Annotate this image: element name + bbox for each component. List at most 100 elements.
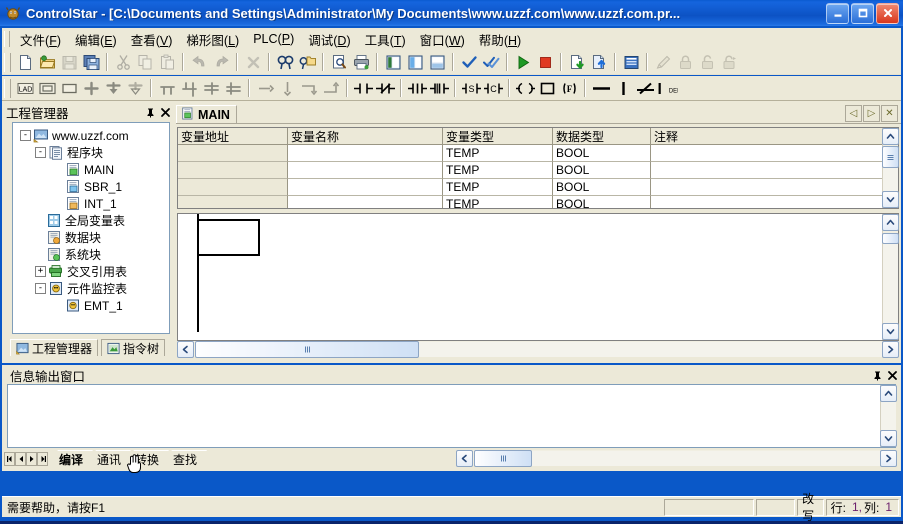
insert-branch-down-left-icon[interactable] xyxy=(156,78,178,99)
scroll-left-button[interactable] xyxy=(456,449,473,467)
minimize-button[interactable] xyxy=(826,2,849,24)
nav-next-button[interactable] xyxy=(26,451,37,466)
box-icon[interactable] xyxy=(58,78,80,99)
cell-name[interactable] xyxy=(288,162,443,179)
menu-item-edit[interactable]: 编辑(E) xyxy=(68,28,124,51)
delete-down-icon[interactable] xyxy=(124,78,146,99)
menu-grip[interactable] xyxy=(4,31,10,47)
arrow-turn-down-icon[interactable] xyxy=(298,78,320,99)
tree-node-int1[interactable]: INT_1 xyxy=(16,195,167,212)
arrow-right-icon[interactable] xyxy=(254,78,276,99)
contact-positive-edge-icon[interactable] xyxy=(406,78,428,99)
cell-name[interactable] xyxy=(288,196,443,208)
selected-network-cell[interactable] xyxy=(197,219,260,256)
compile-icon[interactable] xyxy=(458,52,480,73)
cell-datatype[interactable]: BOOL xyxy=(553,145,651,162)
output-window-icon[interactable] xyxy=(426,52,448,73)
tree-node-emt1[interactable]: EMT_1 xyxy=(16,297,167,314)
scroll-thumb[interactable] xyxy=(882,146,899,168)
monitor-icon[interactable] xyxy=(620,52,642,73)
document-tab-main[interactable]: MAIN xyxy=(176,105,237,123)
print-preview-icon[interactable] xyxy=(328,52,350,73)
function-f-icon[interactable]: F xyxy=(558,78,580,99)
delete-vertical-icon[interactable]: DEL xyxy=(656,78,678,99)
scroll-track[interactable] xyxy=(881,402,896,430)
scroll-track[interactable] xyxy=(532,450,880,466)
scroll-thumb[interactable] xyxy=(195,340,419,358)
tree-node-system-block[interactable]: 系统块 xyxy=(16,246,167,263)
column-header-address[interactable]: 变量地址 xyxy=(178,128,288,144)
contact-nc-icon[interactable] xyxy=(374,78,396,99)
open-folder-icon[interactable] xyxy=(36,52,58,73)
table-row[interactable]: TEMP BOOL xyxy=(178,145,898,162)
tab-instruction-tree[interactable]: 指令树 xyxy=(101,339,166,356)
scroll-up-button[interactable] xyxy=(882,128,899,145)
pin-icon[interactable] xyxy=(144,106,157,119)
cell-address[interactable] xyxy=(178,196,288,208)
scroll-thumb[interactable] xyxy=(882,233,899,244)
label-icon[interactable]: LAD xyxy=(14,78,36,99)
cell-comment[interactable] xyxy=(651,196,898,208)
compile-all-icon[interactable] xyxy=(480,52,502,73)
cell-datatype[interactable]: BOOL xyxy=(553,196,651,208)
output-text-area[interactable] xyxy=(7,384,896,448)
table-row[interactable]: TEMP BOOL xyxy=(178,162,898,179)
download-icon[interactable] xyxy=(566,52,588,73)
pin-icon[interactable] xyxy=(871,369,884,382)
menu-item-help[interactable]: 帮助(H) xyxy=(472,28,528,51)
insert-down-icon[interactable] xyxy=(102,78,124,99)
coil-set-icon[interactable]: S xyxy=(460,78,482,99)
table-row[interactable]: TEMP BOOL xyxy=(178,179,898,196)
expander-collapse-icon[interactable]: - xyxy=(35,147,46,158)
scroll-left-button[interactable] xyxy=(177,340,194,358)
scroll-right-button[interactable] xyxy=(882,340,899,358)
ladder-editor[interactable] xyxy=(177,213,899,341)
find-icon[interactable] xyxy=(274,52,296,73)
tree-node-main[interactable]: MAIN xyxy=(16,161,167,178)
save-all-icon[interactable] xyxy=(80,52,102,73)
insert-branch-up-icon[interactable] xyxy=(178,78,200,99)
scroll-right-button[interactable] xyxy=(880,449,897,467)
function-box-icon[interactable] xyxy=(536,78,558,99)
table-row[interactable]: TEMP BOOL xyxy=(178,196,898,208)
close-icon[interactable] xyxy=(886,369,899,382)
find-replace-icon[interactable] xyxy=(296,52,318,73)
insert-row-icon[interactable] xyxy=(80,78,102,99)
close-button[interactable] xyxy=(876,2,899,24)
nav-prev-button[interactable] xyxy=(15,451,26,466)
cell-vartype[interactable]: TEMP xyxy=(443,179,553,196)
column-header-vartype[interactable]: 变量类型 xyxy=(443,128,553,144)
upload-icon[interactable] xyxy=(588,52,610,73)
scroll-thumb[interactable] xyxy=(474,449,532,467)
scroll-up-button[interactable] xyxy=(882,214,899,231)
cell-name[interactable] xyxy=(288,179,443,196)
cell-vartype[interactable]: TEMP xyxy=(443,196,553,208)
tree-node-monitor-table[interactable]: - 元件监控表 xyxy=(16,280,167,297)
scroll-down-button[interactable] xyxy=(880,430,897,447)
cell-vartype[interactable]: TEMP xyxy=(443,162,553,179)
expander-collapse-icon[interactable]: - xyxy=(35,283,46,294)
menu-item-ladder[interactable]: 梯形图(L) xyxy=(179,28,246,51)
ladder-vertical-scrollbar[interactable] xyxy=(882,214,899,340)
tree-node-global-var-table[interactable]: 全局变量表 xyxy=(16,212,167,229)
ladder-horizontal-scrollbar[interactable] xyxy=(177,340,899,358)
output-scrollbar[interactable] xyxy=(880,385,897,447)
insert-branch-right-icon[interactable] xyxy=(200,78,222,99)
tree-node-cross-reference[interactable]: + 交叉引用表 xyxy=(16,263,167,280)
instruction-tree-icon[interactable] xyxy=(404,52,426,73)
new-file-icon[interactable] xyxy=(14,52,36,73)
scroll-track[interactable] xyxy=(883,168,898,191)
insert-branch-down-icon[interactable] xyxy=(222,78,244,99)
scroll-up-button[interactable] xyxy=(880,385,897,402)
tab-project-manager[interactable]: 工程管理器 xyxy=(10,339,99,356)
tree-node-data-block[interactable]: 数据块 xyxy=(16,229,167,246)
cell-vartype[interactable]: TEMP xyxy=(443,145,553,162)
maximize-button[interactable] xyxy=(851,2,874,24)
variable-table[interactable]: 变量地址 变量名称 变量类型 数据类型 注释 TEMP BOOL TEMP BO… xyxy=(177,127,899,209)
tab-close-button[interactable]: ✕ xyxy=(881,105,898,122)
cell-comment[interactable] xyxy=(651,162,898,179)
tree-node-program-block[interactable]: - 程序块 xyxy=(16,144,167,161)
column-header-datatype[interactable]: 数据类型 xyxy=(553,128,651,144)
project-tree[interactable]: - www.uzzf.com - 程序块 MAIN SBR_1 INT_1 全局… xyxy=(12,122,170,334)
scroll-down-button[interactable] xyxy=(882,191,899,208)
